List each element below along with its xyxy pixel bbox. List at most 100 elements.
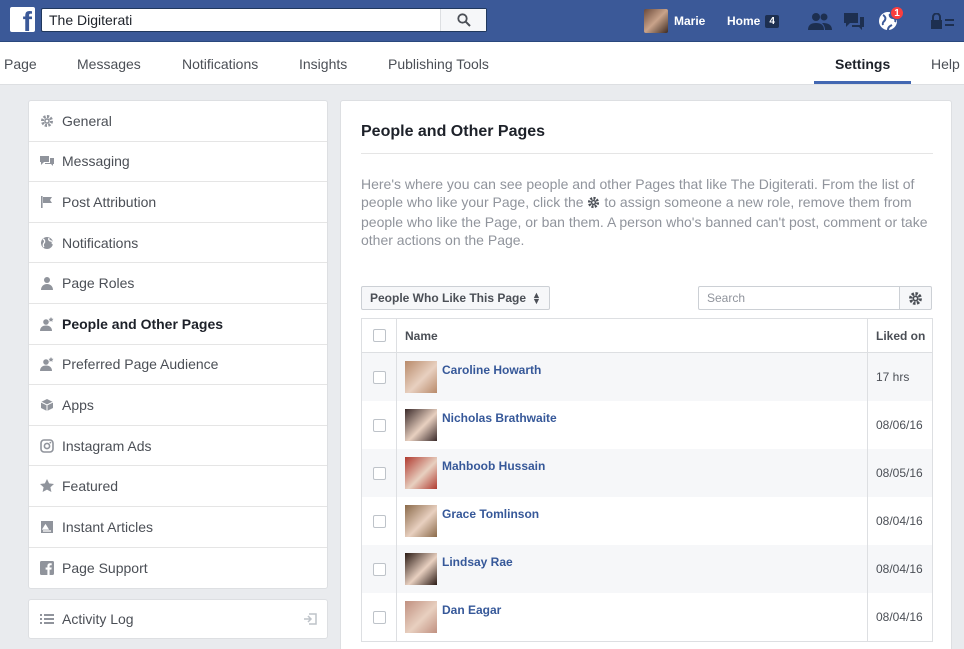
sidebar-item-notifications[interactable]: Notifications xyxy=(29,223,327,264)
page-nav: Page Messages Notifications Insights Pub… xyxy=(0,42,964,85)
dropdown-label: People Who Like This Page xyxy=(370,291,527,305)
row-checkbox[interactable] xyxy=(372,370,386,384)
sidebar-item-post-attribution[interactable]: Post Attribution xyxy=(29,182,327,223)
people-search xyxy=(698,286,900,310)
settings-sidebar: General Messaging Post Attribution Notif… xyxy=(28,100,328,590)
main-panel: People and Other Pages Here's where you … xyxy=(340,100,952,649)
active-tab-indicator xyxy=(814,81,911,84)
row-name-cell: Dan Eagar xyxy=(397,593,868,641)
tab-insights[interactable]: Insights xyxy=(299,42,347,85)
sidebar-item-label: Featured xyxy=(62,478,119,495)
globe-icon xyxy=(39,235,55,251)
profile-link[interactable]: Marie xyxy=(644,0,705,42)
privacy-shortcuts-button[interactable] xyxy=(929,9,955,33)
row-checkbox[interactable] xyxy=(372,562,386,576)
divider xyxy=(361,153,933,154)
column-header-name[interactable]: Name xyxy=(397,319,868,352)
sidebar-item-label: Post Attribution xyxy=(62,193,157,210)
sidebar-item-label: Apps xyxy=(62,396,94,413)
sidebar-item-preferred-page-audience[interactable]: Preferred Page Audience xyxy=(29,345,327,386)
sidebar-item-label: Notifications xyxy=(62,234,139,251)
sidebar-item-page-support[interactable]: Page Support xyxy=(29,548,327,589)
tab-publishing-tools[interactable]: Publishing Tools xyxy=(388,42,489,85)
notifications-button[interactable]: 1 xyxy=(875,6,904,33)
people-table: Name Liked on Caroline Howarth 17 hrs Ni… xyxy=(361,318,933,642)
search-button[interactable] xyxy=(440,9,486,31)
tab-notifications[interactable]: Notifications xyxy=(182,42,258,85)
activity-log-link[interactable]: Activity Log xyxy=(28,599,328,639)
person-name-link[interactable]: Grace Tomlinson xyxy=(442,507,539,521)
search-icon xyxy=(456,13,471,27)
avatar xyxy=(644,9,668,33)
tab-help[interactable]: Help xyxy=(931,42,960,85)
tab-messages[interactable]: Messages xyxy=(77,42,141,85)
messages-button[interactable] xyxy=(841,9,867,33)
select-all-checkbox[interactable] xyxy=(372,329,386,342)
chat-icon xyxy=(39,153,55,169)
row-name-cell: Caroline Howarth xyxy=(397,353,868,401)
friends-icon xyxy=(808,13,832,30)
activity-log-label: Activity Log xyxy=(62,611,134,627)
article-icon xyxy=(39,519,55,535)
sidebar-item-general[interactable]: General xyxy=(29,101,327,142)
table-row: Lindsay Rae 08/04/16 xyxy=(362,545,932,593)
row-check-cell xyxy=(362,353,397,401)
cube-icon xyxy=(39,397,55,413)
row-checkbox[interactable] xyxy=(372,610,386,624)
row-liked-on: 08/04/16 xyxy=(876,562,923,576)
sidebar-item-messaging[interactable]: Messaging xyxy=(29,142,327,183)
row-checkbox[interactable] xyxy=(372,418,386,432)
row-checkbox[interactable] xyxy=(372,514,386,528)
sidebar-item-label: Messaging xyxy=(62,153,130,170)
sort-arrows-icon: ▲ ▼ xyxy=(532,290,541,306)
row-check-cell xyxy=(362,497,397,545)
sidebar-item-page-roles[interactable]: Page Roles xyxy=(29,263,327,304)
table-row: Dan Eagar 08/04/16 xyxy=(362,593,932,641)
row-checkbox[interactable] xyxy=(372,466,386,480)
avatar[interactable] xyxy=(405,361,437,393)
avatar[interactable] xyxy=(405,457,437,489)
person-star-icon xyxy=(39,316,55,332)
sidebar-item-people-and-other-pages[interactable]: People and Other Pages xyxy=(29,304,327,345)
table-settings-button[interactable] xyxy=(899,286,932,310)
global-search xyxy=(41,8,487,32)
person-name-link[interactable]: Caroline Howarth xyxy=(442,363,541,377)
home-link[interactable]: Home 4 xyxy=(727,0,779,42)
global-search-input[interactable] xyxy=(42,9,440,31)
select-all-cell xyxy=(362,319,397,352)
row-check-cell xyxy=(362,449,397,497)
people-search-input[interactable] xyxy=(699,287,899,309)
sidebar-item-instant-articles[interactable]: Instant Articles xyxy=(29,507,327,548)
sidebar-item-apps[interactable]: Apps xyxy=(29,385,327,426)
tab-page[interactable]: Page xyxy=(4,42,37,85)
sidebar-item-label: General xyxy=(62,112,112,129)
person-name-link[interactable]: Nicholas Brathwaite xyxy=(442,411,557,425)
avatar[interactable] xyxy=(405,505,437,537)
tab-settings[interactable]: Settings xyxy=(835,42,890,85)
description-text: Here's where you can see people and othe… xyxy=(361,175,935,249)
column-header-liked-on[interactable]: Liked on xyxy=(868,319,932,352)
gear-icon xyxy=(587,195,600,213)
avatar[interactable] xyxy=(405,553,437,585)
row-name-cell: Nicholas Brathwaite xyxy=(397,401,868,449)
table-body: Caroline Howarth 17 hrs Nicholas Brathwa… xyxy=(362,353,932,641)
chat-icon xyxy=(844,13,864,30)
home-count-badge: 4 xyxy=(765,14,779,28)
row-liked-on: 08/04/16 xyxy=(876,610,923,624)
person-icon xyxy=(39,275,55,291)
avatar[interactable] xyxy=(405,409,437,441)
instagram-icon xyxy=(39,438,55,454)
sidebar-item-featured[interactable]: Featured xyxy=(29,466,327,507)
friend-requests-button[interactable] xyxy=(807,9,833,33)
person-name-link[interactable]: Mahboob Hussain xyxy=(442,459,545,473)
person-name-link[interactable]: Lindsay Rae xyxy=(442,555,513,569)
facebook-logo-icon[interactable]: f xyxy=(10,7,35,32)
sidebar-item-label: Page Roles xyxy=(62,275,135,292)
sidebar-item-instagram-ads[interactable]: Instagram Ads xyxy=(29,426,327,467)
audience-filter-dropdown[interactable]: People Who Like This Page ▲ ▼ xyxy=(361,286,550,310)
row-liked-on: 17 hrs xyxy=(876,370,910,384)
lock-icon xyxy=(931,13,954,29)
person-name-link[interactable]: Dan Eagar xyxy=(442,603,501,617)
avatar[interactable] xyxy=(405,601,437,633)
row-name-cell: Lindsay Rae xyxy=(397,545,868,593)
